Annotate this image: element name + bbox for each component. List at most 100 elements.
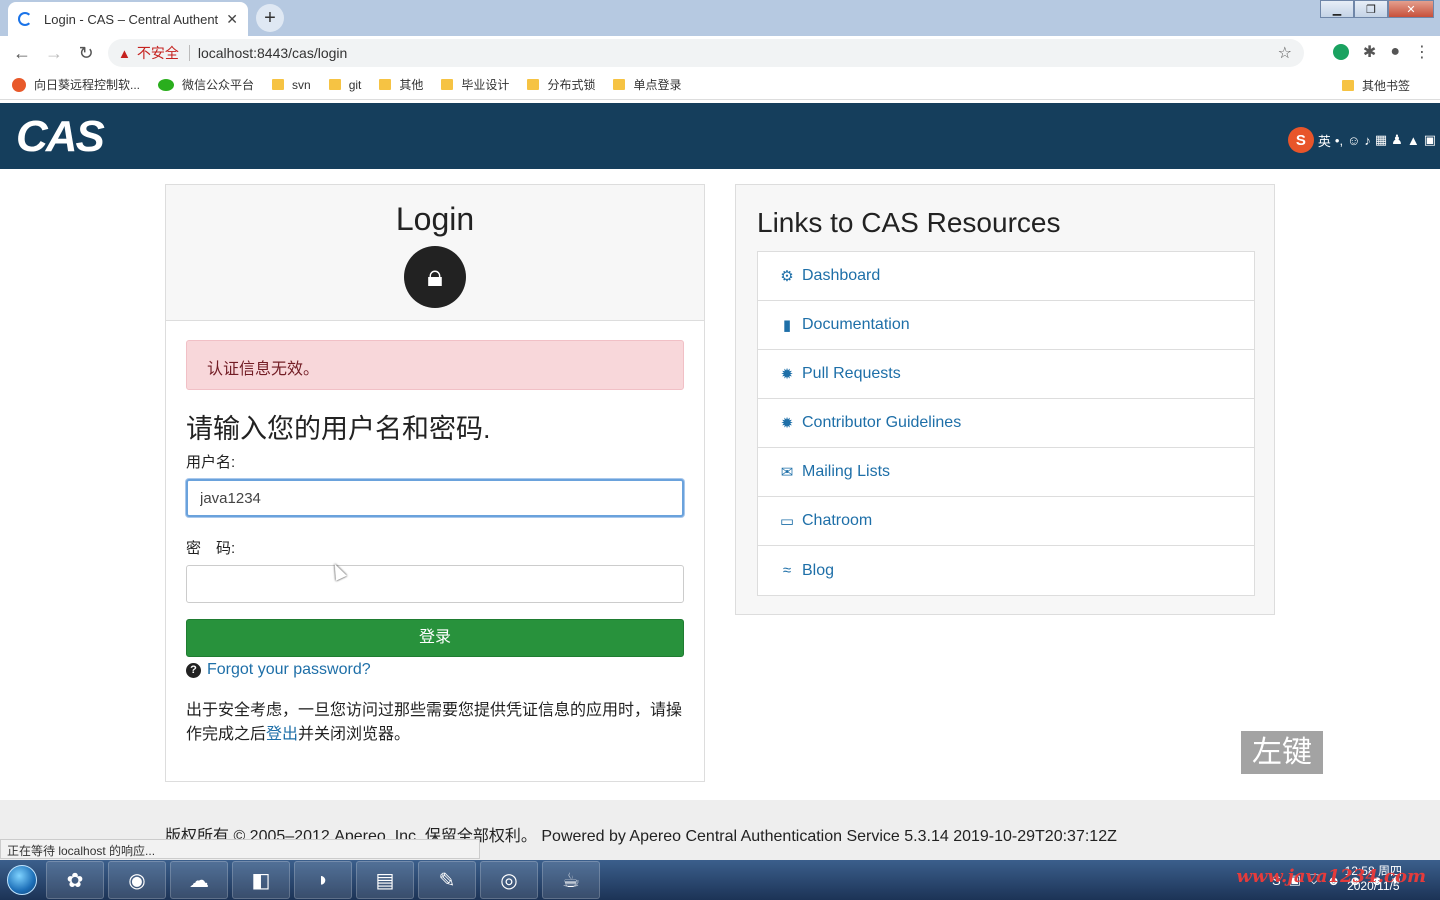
folder-icon (1341, 80, 1354, 91)
wechat-icon (158, 78, 175, 91)
taskbar-app-browser[interactable]: ◉ (108, 861, 166, 899)
folder-icon (527, 79, 540, 90)
browser-tab[interactable]: Login - CAS – Central Authent ✕ (8, 2, 248, 36)
gears-icon: ⚙ (780, 268, 794, 285)
folder-icon (441, 79, 454, 90)
bookmark-item[interactable]: 其他 (379, 76, 423, 93)
site-watermark: www.java1234.com (1236, 866, 1426, 887)
forward-arrow-icon[interactable]: → (38, 43, 70, 64)
bookmark-item[interactable]: svn (272, 78, 311, 92)
folder-icon (379, 79, 392, 90)
taskbar-app-chrome[interactable]: ◎ (480, 861, 538, 899)
bookmark-item[interactable]: 毕业设计 (441, 76, 509, 93)
window-close-icon[interactable]: ✕ (1388, 0, 1434, 18)
logout-link[interactable]: 登出 (266, 726, 298, 743)
url-text[interactable]: localhost:8443/cas/login (198, 45, 347, 61)
ime-skin-icon[interactable]: ▲ (1407, 133, 1420, 148)
menu-kebab-icon[interactable]: ⋮ (1414, 42, 1430, 62)
maximize-icon[interactable]: ❐ (1354, 0, 1388, 18)
resources-card: Links to CAS Resources ⚙ Dashboard ▮ Docum… (735, 184, 1275, 615)
resource-pull-requests-link[interactable]: ✹ Pull Requests (758, 350, 1254, 399)
envelope-icon: ✉ (780, 464, 794, 481)
forgot-password-link[interactable]: ? Forgot your password? (186, 661, 371, 679)
comment-icon: ▭ (779, 513, 795, 530)
windows-orb-icon (7, 865, 37, 895)
resource-blog-link[interactable]: ≈ Blog (758, 546, 1254, 595)
folder-icon (328, 79, 341, 90)
taskbar-app-wechat[interactable]: ☁ (170, 861, 228, 899)
username-input[interactable] (186, 479, 684, 517)
bookmark-item[interactable]: git (328, 78, 361, 92)
resources-title: Links to CAS Resources (757, 207, 1061, 238)
notice-text-after: 并关闭浏览器。 (298, 726, 411, 743)
profile-avatar-icon[interactable]: ● (1390, 43, 1400, 61)
ime-punctuation-icon[interactable]: •, (1335, 133, 1343, 148)
password-label: 密 码: (186, 540, 236, 557)
ime-keyboard-icon[interactable]: ▦ (1375, 132, 1387, 148)
ime-language-label[interactable]: 英 (1318, 131, 1331, 150)
forgot-password-text[interactable]: Forgot your password? (207, 661, 371, 679)
ime-grid-icon[interactable]: ▣ (1424, 132, 1436, 148)
taskbar-app-photos[interactable]: ✿ (46, 861, 104, 899)
insecure-label[interactable]: 不安全 (137, 43, 179, 63)
resource-documentation-link[interactable]: ▮ Documentation (758, 301, 1254, 350)
bookmark-item[interactable]: 向日葵远程控制软... (12, 76, 140, 93)
address-bar[interactable]: ▲ 不安全 localhost:8443/cas/login ☆ (108, 39, 1304, 67)
file-icon: ▮ (782, 317, 792, 334)
puzzle-extensions-icon[interactable]: ✱ (1363, 42, 1376, 62)
mouse-click-hint-overlay: 左键 (1241, 731, 1323, 774)
taskbar-app-tool[interactable]: ◗ (294, 861, 352, 899)
loading-spinner-icon (18, 12, 32, 26)
warning-icon: ▲ (118, 45, 131, 61)
sogou-ime-icon[interactable]: S (1287, 127, 1314, 153)
tab-title: Login - CAS – Central Authent (44, 11, 219, 27)
bookmarks-bar: 向日葵远程控制软... 微信公众平台 svn git 其他 毕业设计 分布式锁 … (0, 70, 1440, 100)
notice-text-before: 出于安全考虑，一旦您访问过那些需要您提供凭证信息的应用时，请操作完成之后 (186, 702, 683, 743)
new-tab-button[interactable]: + (256, 4, 284, 32)
question-circle-icon: ? (186, 662, 201, 678)
other-bookmarks[interactable]: 其他书签 (1341, 77, 1410, 94)
taskbar-app-java[interactable]: ☕ (542, 861, 600, 899)
tab-close-icon[interactable]: ✕ (226, 11, 238, 28)
taskbar-app-explorer[interactable]: ▤ (356, 861, 414, 899)
ime-toolbar: S 英 •, ☺ ♪ ▦ ♟ ▲ ▣ (1287, 127, 1436, 153)
password-input[interactable] (186, 565, 684, 603)
resource-dashboard-link[interactable]: ⚙ Dashboard (758, 252, 1254, 301)
windows-taskbar: ✿ ◉ ☁ ◧ ◗ ▤ ✎ ◎ ☕ S ▣ ⛉ ☻ ☻ ☻ 🔊︎ 12:58 周… (0, 860, 1440, 900)
window-controls: ▁ ❐ ✕ (1320, 0, 1434, 18)
start-button[interactable] (0, 860, 44, 900)
security-notice: 出于安全考虑，一旦您访问过那些需要您提供凭证信息的应用时，请操作完成之后登出并关… (186, 699, 686, 747)
minimize-icon[interactable]: ▁ (1320, 0, 1354, 18)
login-card: Login 🔒︎ 认证信息无效。 请输入您的用户名和密码. 用户名: 密 码: … (165, 184, 705, 782)
cas-header: CAS S 英 •, ☺ ♪ ▦ ♟ ▲ ▣ (0, 103, 1440, 169)
back-arrow-icon[interactable]: ← (6, 43, 38, 64)
bug-icon: ✹ (780, 366, 794, 383)
resource-mailing-lists-link[interactable]: ✉ Mailing Lists (758, 448, 1254, 497)
bookmark-star-icon[interactable]: ☆ (1278, 43, 1292, 63)
folder-icon (272, 79, 285, 90)
resources-list: ⚙ Dashboard ▮ Documentation ✹ Pull Requests… (757, 251, 1255, 596)
lock-icon: 🔒︎ (404, 246, 466, 308)
resource-contributor-guidelines-link[interactable]: ✹ Contributor Guidelines (758, 399, 1254, 448)
address-separator (188, 45, 190, 61)
ime-mic-icon[interactable]: ♪ (1364, 133, 1371, 148)
browser-status-bar: 正在等待 localhost 的响应... (0, 839, 480, 859)
bug-icon: ✹ (780, 415, 794, 432)
reload-icon[interactable]: ↻ (70, 43, 102, 64)
bookmark-item[interactable]: 单点登录 (613, 76, 681, 93)
taskbar-app-ide[interactable]: ◧ (232, 861, 290, 899)
resource-chatroom-link[interactable]: ▭ Chatroom (758, 497, 1254, 546)
login-submit-button[interactable]: 登录 (186, 619, 684, 657)
extension-green-icon[interactable] (1332, 44, 1349, 60)
extensions-area: ✱ ● ⋮ (1332, 42, 1430, 62)
browser-toolbar: ← → ↻ ▲ 不安全 localhost:8443/cas/login ☆ (0, 36, 1440, 70)
ime-user-icon[interactable]: ♟ (1391, 132, 1403, 148)
bookmark-item[interactable]: 微信公众平台 (158, 76, 254, 93)
error-alert: 认证信息无效。 (186, 340, 684, 390)
taskbar-app-notepad[interactable]: ✎ (418, 861, 476, 899)
browser-tab-strip: Login - CAS – Central Authent ✕ + ▁ ❐ ✕ (0, 0, 1440, 36)
login-prompt: 请输入您的用户名和密码. (186, 414, 491, 444)
ime-emoji-icon[interactable]: ☺ (1347, 133, 1360, 148)
cas-logo: CAS (16, 112, 105, 161)
bookmark-item[interactable]: 分布式锁 (527, 76, 595, 93)
